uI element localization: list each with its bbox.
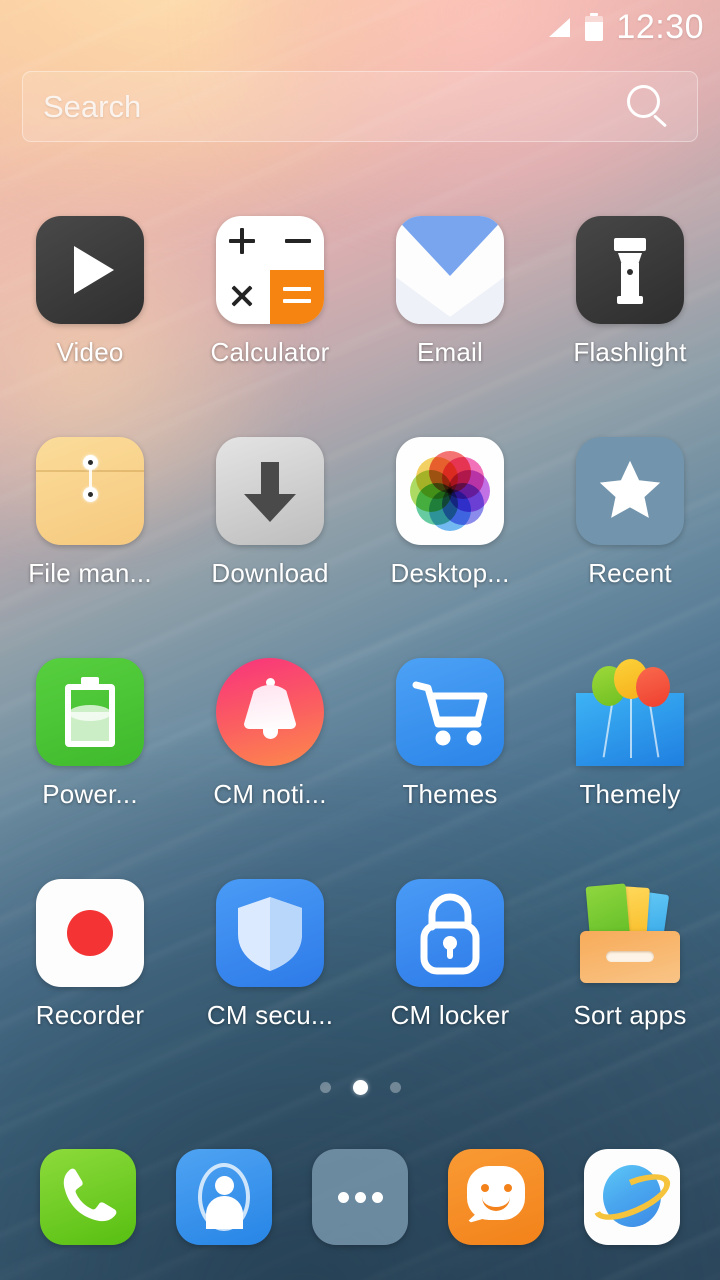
- app-label: Power...: [42, 779, 138, 809]
- contacts-person-icon[interactable]: [176, 1149, 272, 1245]
- app-label: Calculator: [210, 337, 330, 367]
- status-bar: 12:30: [0, 0, 720, 54]
- app-item-power[interactable]: Power...: [0, 648, 180, 869]
- recent-star-icon[interactable]: [576, 437, 684, 545]
- recorder-record-icon[interactable]: [36, 879, 144, 987]
- app-item-recorder[interactable]: Recorder: [0, 869, 180, 1090]
- app-label: Video: [56, 337, 124, 367]
- battery-icon: [584, 13, 604, 41]
- app-label: CM noti...: [213, 779, 327, 809]
- flashlight-torch-icon[interactable]: [576, 216, 684, 324]
- page-dot[interactable]: [319, 1082, 331, 1093]
- signal-bars-icon: [546, 16, 572, 38]
- app-label: Recorder: [35, 1000, 145, 1030]
- app-item-themely[interactable]: Themely: [540, 648, 720, 869]
- app-label: Themes: [402, 779, 498, 809]
- download-arrow-icon[interactable]: [216, 437, 324, 545]
- app-label: Themely: [579, 779, 681, 809]
- sort-apps-drawer-icon[interactable]: [576, 879, 684, 987]
- app-item-video[interactable]: Video: [0, 206, 180, 427]
- app-label: Sort apps: [573, 1000, 687, 1030]
- app-label: Recent: [588, 558, 672, 588]
- app-item-calculator[interactable]: Calculator: [180, 206, 360, 427]
- app-label: Email: [416, 337, 483, 367]
- app-item-email[interactable]: Email: [360, 206, 540, 427]
- app-label: Desktop...: [390, 558, 510, 588]
- browser-globe-icon[interactable]: [584, 1149, 680, 1245]
- app-item-file-manager[interactable]: File man...: [0, 427, 180, 648]
- app-label: Flashlight: [573, 337, 687, 367]
- phone-handset-icon[interactable]: [40, 1149, 136, 1245]
- power-battery-icon[interactable]: [36, 658, 144, 766]
- app-drawer-dots-icon[interactable]: [312, 1149, 408, 1245]
- app-label: CM locker: [390, 1000, 510, 1030]
- file-manager-envelope-icon[interactable]: [36, 437, 144, 545]
- calculator-icon[interactable]: [216, 216, 324, 324]
- app-item-recent[interactable]: Recent: [540, 427, 720, 648]
- video-play-icon[interactable]: [36, 216, 144, 324]
- app-item-cm-security[interactable]: CM secu...: [180, 869, 360, 1090]
- app-label: CM secu...: [206, 1000, 334, 1030]
- app-label: Download: [211, 558, 329, 588]
- cm-notification-bell-icon[interactable]: [216, 658, 324, 766]
- dock: [0, 1142, 720, 1252]
- color-petal: [415, 456, 458, 499]
- app-label: File man...: [28, 558, 152, 588]
- page-indicator: [0, 1080, 720, 1095]
- app-item-flashlight[interactable]: Flashlight: [540, 206, 720, 427]
- app-item-download[interactable]: Download: [180, 427, 360, 648]
- page-dot-active[interactable]: [352, 1080, 368, 1095]
- app-item-cm-notification[interactable]: CM noti...: [180, 648, 360, 869]
- desktop-color-wheel-icon[interactable]: [396, 437, 504, 545]
- search-input[interactable]: Search: [43, 89, 623, 125]
- cm-security-shield-icon[interactable]: [216, 879, 324, 987]
- search-icon[interactable]: [623, 83, 671, 131]
- page-dot[interactable]: [389, 1082, 401, 1093]
- app-item-desktop[interactable]: Desktop...: [360, 427, 540, 648]
- app-item-cm-locker[interactable]: CM locker: [360, 869, 540, 1090]
- search-bar[interactable]: Search: [22, 71, 698, 142]
- themely-balloons-icon[interactable]: [576, 658, 684, 766]
- app-item-sort-apps[interactable]: Sort apps: [540, 869, 720, 1090]
- app-grid: Video Calculator Email Flashlight File m…: [0, 206, 720, 1090]
- app-item-themes[interactable]: Themes: [360, 648, 540, 869]
- messaging-smiley-bubble-icon[interactable]: [448, 1149, 544, 1245]
- status-bar-clock: 12:30: [616, 8, 704, 46]
- cm-locker-padlock-icon[interactable]: [396, 879, 504, 987]
- email-envelope-icon[interactable]: [396, 216, 504, 324]
- themes-cart-icon[interactable]: [396, 658, 504, 766]
